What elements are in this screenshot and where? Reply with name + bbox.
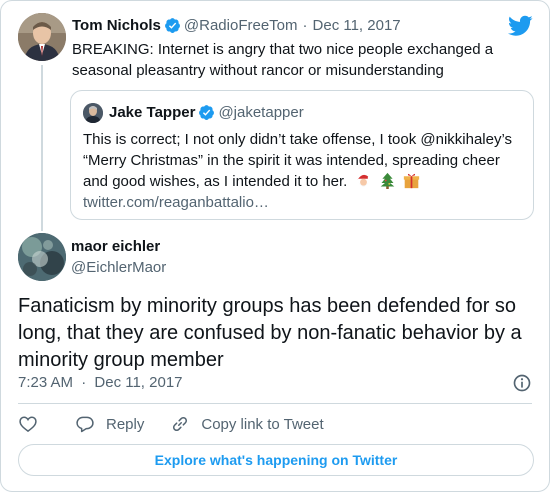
quoted-author-name[interactable]: Jake Tapper bbox=[109, 104, 195, 121]
heart-icon bbox=[19, 416, 37, 433]
info-icon[interactable] bbox=[512, 373, 532, 393]
tweet-time: 7:23 AM bbox=[18, 374, 74, 391]
verified-badge-icon bbox=[199, 105, 215, 120]
reply-button[interactable]: Reply bbox=[75, 414, 144, 434]
gift-emoji-icon bbox=[403, 173, 420, 189]
copy-link-label: Copy link to Tweet bbox=[201, 415, 324, 433]
thread-connector-line bbox=[41, 65, 43, 231]
embedded-tweet-card: Tom Nichols @RadioFreeTom · Dec 11, 2017… bbox=[0, 0, 550, 492]
quoted-author-handle[interactable]: @jaketapper bbox=[218, 104, 303, 121]
main-author-handle[interactable]: @EichlerMaor bbox=[71, 259, 166, 276]
christmas-tree-emoji-icon bbox=[380, 172, 395, 189]
verified-badge-icon bbox=[164, 18, 180, 33]
header-separator: · bbox=[302, 17, 308, 34]
main-author-name[interactable]: maor eichler bbox=[71, 238, 160, 255]
parent-tweet-header: Tom Nichols @RadioFreeTom · Dec 11, 2017 bbox=[72, 17, 401, 34]
like-button[interactable] bbox=[18, 414, 49, 434]
quoted-author-avatar bbox=[83, 103, 103, 123]
reply-label: Reply bbox=[106, 415, 145, 433]
twitter-bird-icon[interactable] bbox=[508, 15, 533, 37]
reply-icon bbox=[76, 416, 94, 433]
actions-divider bbox=[18, 403, 532, 404]
santa-emoji-icon bbox=[357, 174, 371, 187]
tweet-timestamp[interactable]: 7:23 AM · Dec 11, 2017 bbox=[18, 374, 183, 391]
quoted-tweet-header: Jake Tapper @jaketapper bbox=[109, 104, 304, 121]
parent-tweet-text: BREAKING: Internet is angry that two nic… bbox=[72, 41, 494, 79]
explore-label: Explore what's happening on Twitter bbox=[154, 452, 398, 468]
link-icon bbox=[173, 416, 188, 432]
parent-tweet-date[interactable]: Dec 11, 2017 bbox=[313, 17, 401, 34]
tweet-date: Dec 11, 2017 bbox=[94, 374, 183, 391]
quoted-tweet-text: This is correct; I not only didn’t take … bbox=[83, 131, 513, 190]
explore-twitter-button[interactable]: Explore what's happening on Twitter bbox=[18, 444, 534, 476]
quoted-tweet-body: This is correct; I not only didn’t take … bbox=[83, 129, 523, 213]
timestamp-separator: · bbox=[81, 374, 87, 391]
quoted-tweet[interactable]: Jake Tapper @jaketapper This is correct;… bbox=[70, 90, 534, 220]
tweet-actions: Reply Copy link to Tweet bbox=[18, 412, 350, 436]
main-tweet-text: Fanaticism by minority groups has been d… bbox=[18, 295, 522, 371]
main-author-avatar[interactable] bbox=[18, 233, 66, 281]
parent-author-handle[interactable]: @RadioFreeTom bbox=[184, 17, 298, 34]
copy-link-button[interactable]: Copy link to Tweet bbox=[170, 414, 324, 434]
parent-author-name[interactable]: Tom Nichols bbox=[72, 17, 161, 34]
quoted-tweet-link[interactable]: twitter.com/reaganbattalio… bbox=[83, 194, 269, 211]
parent-author-avatar[interactable] bbox=[18, 13, 66, 61]
